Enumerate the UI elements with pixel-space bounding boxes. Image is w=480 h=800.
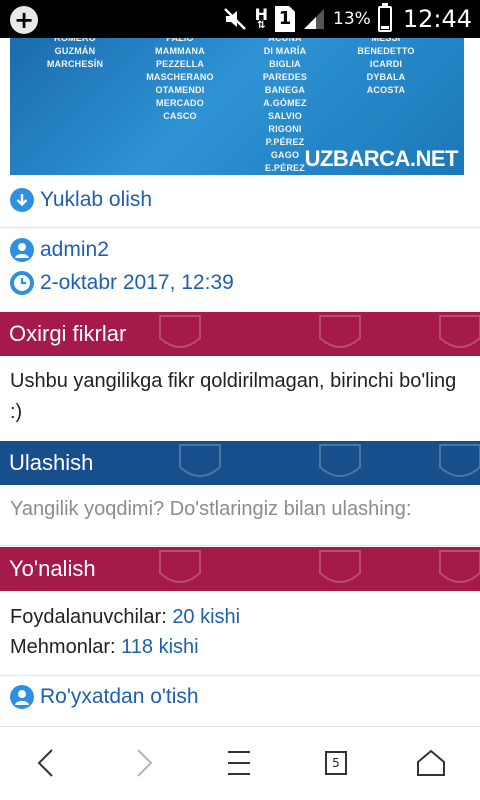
player-name: FAZIO [166, 38, 194, 43]
player-name: MARCHESÍN [46, 59, 104, 69]
user-icon [10, 685, 34, 709]
player-name: GUZMÁN [54, 46, 96, 56]
notification-add-icon: + [10, 6, 38, 34]
player-name: A.GÓMEZ [263, 98, 307, 108]
home-button[interactable] [411, 743, 451, 783]
divider [0, 545, 480, 546]
fc-barcelona-pattern-icon [179, 444, 480, 477]
player-name: BENEDETTO [357, 46, 415, 56]
fc-barcelona-pattern-icon [159, 315, 480, 348]
status-bar: + H ⇅ 1 13% 12:44 [0, 0, 480, 38]
clock: 12:44 [402, 5, 472, 33]
player-name: MERCADO [156, 98, 204, 108]
news-image-squad-list: ROMERO GUZMÁN MARCHESÍN FAZIO MAMMANA PEZZEL… [10, 38, 464, 175]
chevron-left-icon [37, 749, 53, 777]
watermark-logo: UZBARCA.NET [304, 146, 459, 171]
users-stat: Foydalanuvchilar: 20 kishi [10, 602, 470, 633]
comments-title: Oxirgi fikrlar [9, 321, 127, 346]
share-title: Ulashish [9, 450, 94, 475]
author-name: admin2 [40, 238, 109, 261]
direction-title: Yo'nalish [9, 556, 96, 581]
register-label: Ro'yxatdan o'tish [40, 685, 199, 708]
player-name: MAMMANA [155, 46, 205, 56]
player-name: ACOSTA [366, 85, 406, 95]
users-count[interactable]: 20 kishi [172, 606, 240, 628]
player-name: BANEGA [264, 85, 306, 95]
tab-count: 5 [325, 751, 347, 775]
squad-column-goalkeepers: ROMERO GUZMÁN MARCHESÍN [45, 38, 105, 71]
chevron-right-icon [137, 749, 153, 777]
download-link[interactable]: Yuklab olish [10, 188, 152, 212]
share-prompt-text: Yangilik yoqdimi? Do'stlaringiz bilan ul… [10, 498, 412, 520]
squad-column-defenders: FAZIO MAMMANA PEZZELLA MASCHERANO OTAMENDI ME… [145, 38, 215, 123]
sim-card-icon: 1 [275, 6, 296, 32]
battery-percent: 13% [333, 9, 371, 29]
comments-header: Oxirgi fikrlar [0, 312, 480, 356]
player-name: ICARDI [369, 59, 403, 69]
squad-column-forwards: MESSI BENEDETTO ICARDI DYBALA ACOSTA [355, 38, 417, 97]
player-name: ACUÑA [268, 38, 302, 43]
player-name: MESSI [371, 38, 401, 43]
download-label: Yuklab olish [40, 188, 153, 211]
signal-icon [304, 9, 325, 29]
player-name: SALVIO [267, 111, 303, 121]
battery-icon [377, 3, 392, 32]
guests-count[interactable]: 118 kishi [121, 636, 198, 658]
post-date: 2-oktabr 2017, 12:39 [10, 271, 234, 295]
post-date-text: 2-oktabr 2017, 12:39 [40, 271, 234, 294]
share-header: Ulashish [0, 441, 480, 485]
guests-stat: Mehmonlar: 118 kishi [10, 632, 470, 663]
player-name: ROMERO [54, 38, 96, 43]
network-type-icon: H ⇅ [254, 5, 269, 31]
player-name: PEZZELLA [155, 59, 205, 69]
browser-bottom-bar: 5 [0, 726, 480, 800]
guests-label: Mehmonlar: [10, 636, 116, 658]
player-name: DI MARÍA [263, 46, 307, 56]
direction-header: Yo'nalish [0, 547, 480, 591]
author-link[interactable]: admin2 [10, 238, 109, 262]
users-label: Foydalanuvchilar: [10, 606, 167, 628]
menu-icon [228, 751, 250, 775]
divider [0, 675, 480, 676]
home-icon [417, 749, 445, 776]
player-name: MASCHERANO [146, 72, 214, 82]
player-name: PAREDES [262, 72, 308, 82]
divider [0, 227, 480, 228]
back-button[interactable] [26, 743, 66, 783]
comments-empty-text: Ushbu yangilikga fikr qoldirilmagan, bir… [10, 370, 457, 423]
player-name: RIGONI [268, 124, 302, 134]
player-name: CASCO [163, 111, 197, 121]
forward-button[interactable] [124, 743, 164, 783]
menu-button[interactable] [219, 743, 259, 783]
download-icon [10, 188, 34, 212]
register-link[interactable]: Ro'yxatdan o'tish [10, 685, 199, 709]
fc-barcelona-pattern-icon [159, 550, 480, 583]
player-name: DYBALA [366, 72, 406, 82]
player-name: OTAMENDI [155, 85, 205, 95]
clock-icon [10, 271, 34, 295]
user-icon [10, 238, 34, 262]
player-name: BIGLIA [269, 59, 301, 69]
mute-icon [223, 8, 246, 30]
tabs-button[interactable]: 5 [316, 743, 356, 783]
